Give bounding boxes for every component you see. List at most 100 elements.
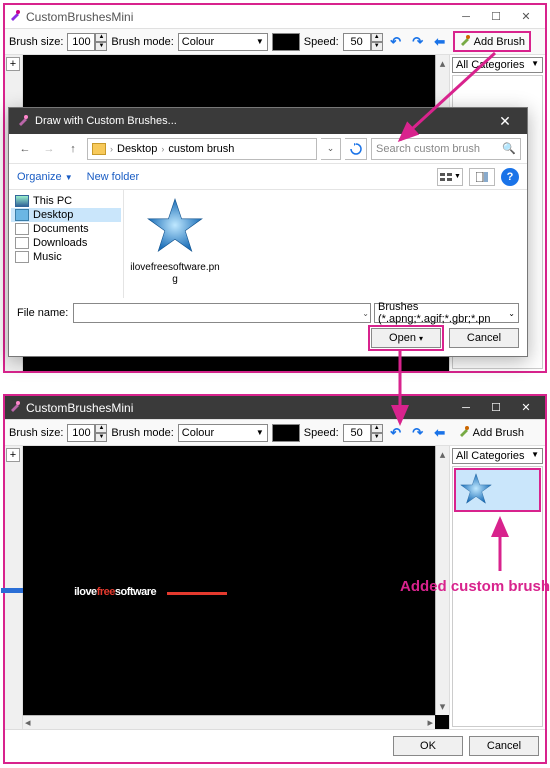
add-brush-label: Add Brush <box>474 36 525 48</box>
category-select[interactable]: All Categories ▼ <box>452 57 543 73</box>
back-icon[interactable]: ⬅ <box>431 424 449 442</box>
tree-desktop[interactable]: Desktop <box>11 208 121 222</box>
horizontal-scrollbar[interactable]: ◂▸ <box>23 715 435 729</box>
file-open-dialog: Draw with Custom Brushes... ✕ ← → ↑ › De… <box>8 107 528 357</box>
brush-app-icon <box>9 9 21 24</box>
spin-down-icon[interactable]: ▼ <box>95 433 107 442</box>
zoom-slider[interactable]: + <box>5 446 23 729</box>
redo-icon[interactable]: ↷ <box>409 424 427 442</box>
address-dropdown[interactable]: ⌄ <box>321 138 341 160</box>
dialog-close-button[interactable]: ✕ <box>491 113 519 130</box>
tree-documents[interactable]: Documents <box>11 222 121 236</box>
titlebar[interactable]: CustomBrushesMini ─ ☐ ✕ <box>5 5 545 29</box>
brush-mode-select[interactable]: Colour ▼ <box>178 424 268 442</box>
address-bar[interactable]: › Desktop › custom brush <box>87 138 317 160</box>
tree-downloads[interactable]: Downloads <box>11 236 121 250</box>
add-brush-button[interactable]: Add Brush <box>453 31 531 52</box>
category-select[interactable]: All Categories ▼ <box>452 448 543 464</box>
chevron-down-icon: ▼ <box>531 450 539 462</box>
redo-icon[interactable]: ↷ <box>409 33 427 51</box>
speed-stepper[interactable]: ▲▼ <box>343 424 383 442</box>
speed-input[interactable] <box>343 424 371 442</box>
brush-size-stepper[interactable]: ▲▼ <box>67 424 107 442</box>
filetype-filter[interactable]: Brushes (*.apng;*.agif;*.gbr;*.pn ⌄ <box>374 303 519 323</box>
tree-music[interactable]: Music <box>11 250 121 264</box>
brush-size-input[interactable] <box>67 33 95 51</box>
file-list[interactable]: ilovefreesoftware.png <box>124 190 527 298</box>
dialog-cancel-button[interactable]: Cancel <box>449 328 519 348</box>
color-swatch[interactable] <box>272 33 300 51</box>
brush-icon <box>459 34 471 49</box>
speed-label: Speed: <box>304 36 339 48</box>
crumb-desktop[interactable]: Desktop <box>117 143 157 155</box>
nav-forward-button[interactable]: → <box>39 138 59 160</box>
close-button[interactable]: ✕ <box>511 7 541 27</box>
dialog-titlebar[interactable]: Draw with Custom Brushes... ✕ <box>9 108 527 134</box>
chevron-right-icon: › <box>161 144 164 154</box>
ok-button[interactable]: OK <box>393 736 463 756</box>
search-input[interactable]: Search custom brush 🔍 <box>371 138 521 160</box>
spin-up-icon[interactable]: ▲ <box>371 33 383 42</box>
downloads-icon <box>15 237 29 249</box>
file-item[interactable]: ilovefreesoftware.png <box>130 196 220 286</box>
crumb-folder[interactable]: custom brush <box>168 143 234 155</box>
add-brush-button[interactable]: Add Brush <box>453 423 529 442</box>
slider-thumb[interactable] <box>1 588 25 593</box>
spin-up-icon[interactable]: ▲ <box>95 424 107 433</box>
tree-this-pc[interactable]: This PC <box>11 194 121 208</box>
brush-size-label: Brush size: <box>9 36 63 48</box>
canvas[interactable]: ilovefreesoftware ◂▸ ▴▾ <box>23 446 449 729</box>
chevron-down-icon: ▼ <box>256 428 264 437</box>
help-button[interactable]: ? <box>501 168 519 186</box>
canvas-logo-text: ilovefreesoftware <box>74 571 227 602</box>
cancel-button[interactable]: Cancel <box>469 736 539 756</box>
preview-pane-button[interactable] <box>469 168 495 186</box>
open-button[interactable]: Open▾ <box>371 328 441 348</box>
spin-up-icon[interactable]: ▲ <box>95 33 107 42</box>
nav-up-button[interactable]: ↑ <box>63 138 83 160</box>
close-button[interactable]: ✕ <box>511 398 541 418</box>
star-brush-icon <box>459 472 493 509</box>
maximize-button[interactable]: ☐ <box>481 7 511 27</box>
maximize-button[interactable]: ☐ <box>481 398 511 418</box>
chevron-down-icon: ▼ <box>256 37 264 46</box>
minimize-button[interactable]: ─ <box>451 7 481 27</box>
filename-input[interactable] <box>73 303 371 323</box>
toolbar: Brush size: ▲▼ Brush mode: Colour ▼ Spee… <box>5 29 545 55</box>
spin-down-icon[interactable]: ▼ <box>95 42 107 51</box>
new-folder-button[interactable]: New folder <box>87 171 140 183</box>
view-mode-button[interactable]: ▼ <box>437 168 463 186</box>
brush-mode-label: Brush mode: <box>111 427 173 439</box>
search-placeholder: Search custom brush <box>376 143 480 155</box>
brush-app-icon <box>9 400 21 415</box>
organize-menu[interactable]: Organize ▼ <box>17 171 73 183</box>
brush-mode-select[interactable]: Colour ▼ <box>178 33 268 51</box>
brush-list[interactable] <box>452 466 543 727</box>
nav-back-button[interactable]: ← <box>15 138 35 160</box>
undo-icon[interactable]: ↶ <box>387 33 405 51</box>
plus-icon[interactable]: + <box>6 57 20 71</box>
filter-value: Brushes (*.apng;*.agif;*.gbr;*.pn <box>378 301 508 325</box>
speed-input[interactable] <box>343 33 371 51</box>
desktop-icon <box>15 209 29 221</box>
brush-size-input[interactable] <box>67 424 95 442</box>
plus-icon[interactable]: + <box>6 448 20 462</box>
spin-down-icon[interactable]: ▼ <box>371 42 383 51</box>
brush-icon <box>17 114 29 129</box>
spin-up-icon[interactable]: ▲ <box>371 424 383 433</box>
minimize-button[interactable]: ─ <box>451 398 481 418</box>
color-swatch[interactable] <box>272 424 300 442</box>
filename-label: File name: <box>17 307 68 319</box>
spin-down-icon[interactable]: ▼ <box>371 433 383 442</box>
brush-item-custom[interactable] <box>456 470 539 510</box>
refresh-button[interactable] <box>345 138 367 160</box>
search-icon: 🔍 <box>502 142 516 155</box>
undo-icon[interactable]: ↶ <box>387 424 405 442</box>
star-thumbnail-icon <box>145 196 205 259</box>
speed-stepper[interactable]: ▲▼ <box>343 33 383 51</box>
titlebar[interactable]: CustomBrushesMini ─ ☐ ✕ <box>5 396 545 420</box>
nav-tree[interactable]: This PC Desktop Documents Downloads Musi… <box>9 190 124 298</box>
brush-size-stepper[interactable]: ▲▼ <box>67 33 107 51</box>
file-name: ilovefreesoftware.png <box>130 262 220 286</box>
back-icon[interactable]: ⬅ <box>431 33 449 51</box>
